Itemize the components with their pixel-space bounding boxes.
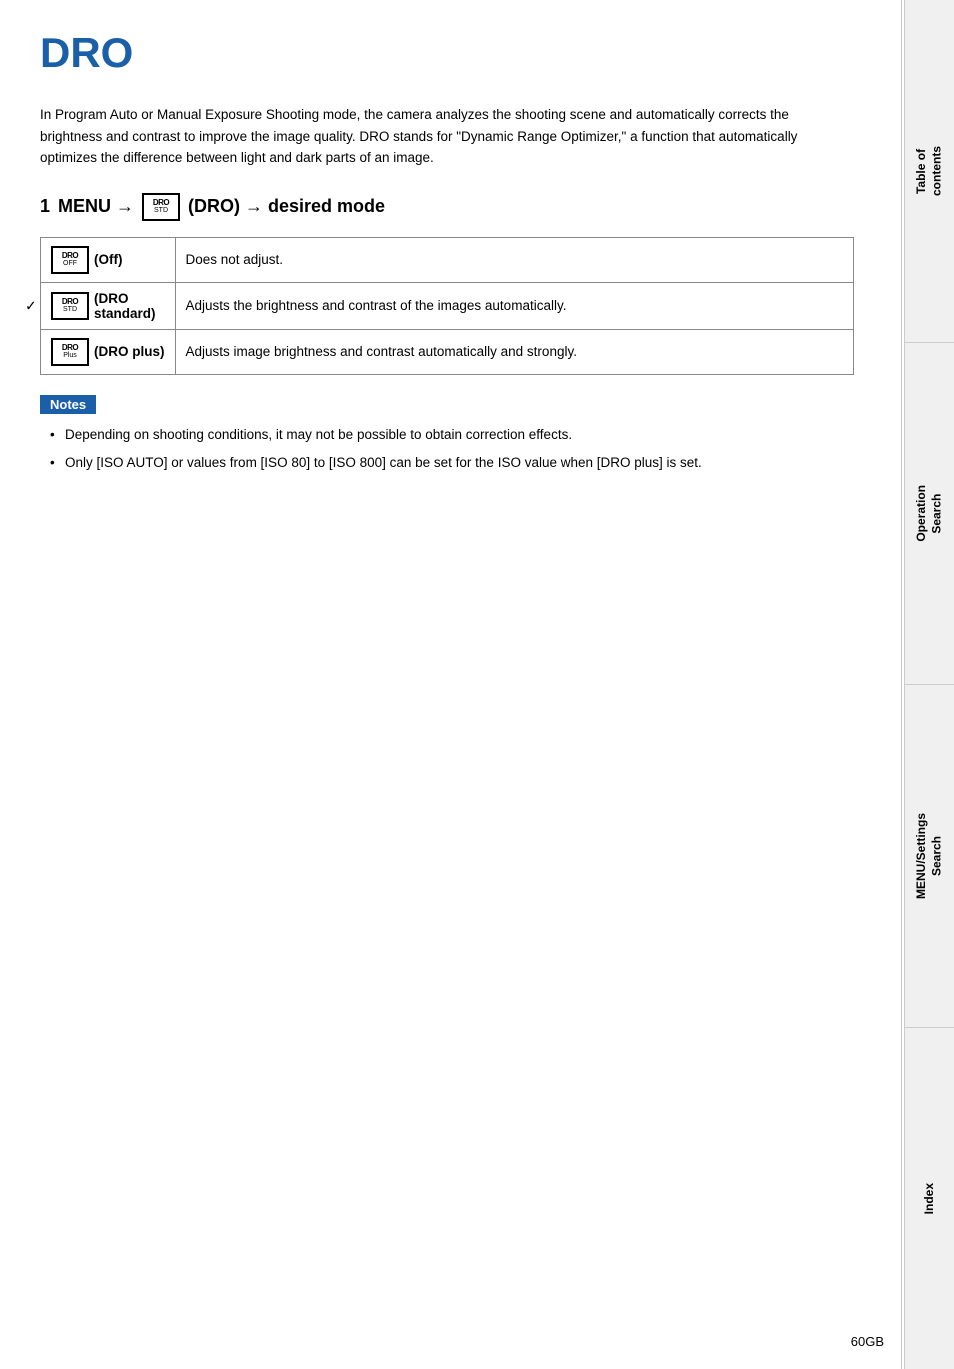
dro-plus-icon: DRO Plus	[51, 338, 89, 366]
notes-section: Notes Depending on shooting conditions, …	[40, 395, 854, 473]
notes-item: Depending on shooting conditions, it may…	[50, 424, 854, 446]
desc-cell: Does not adjust.	[175, 237, 854, 282]
tab-table-of-contents[interactable]: Table ofcontents	[904, 0, 954, 343]
icon-cell: DRO Plus (DRO plus)	[41, 329, 176, 374]
tab-label: OperationSearch	[914, 485, 945, 542]
icon-text: DRO OFF (Off)	[51, 246, 122, 274]
icon-cell: DRO OFF (Off)	[41, 237, 176, 282]
tab-index[interactable]: Index	[904, 1028, 954, 1369]
notes-list: Depending on shooting conditions, it may…	[40, 424, 854, 473]
step-number: 1	[40, 196, 50, 217]
row-label: (DRO plus)	[94, 344, 165, 359]
tab-label: Index	[922, 1183, 938, 1214]
icon-text: DRO STD (DROstandard)	[51, 291, 156, 321]
sidebar-divider	[901, 0, 902, 1369]
row-label: (DROstandard)	[94, 291, 156, 321]
row-label: (Off)	[94, 252, 122, 267]
desc-cell: Adjusts image brightness and contrast au…	[175, 329, 854, 374]
settings-table: DRO OFF (Off) Does not adjust. ✓ DRO STD	[40, 237, 854, 375]
desc-cell: Adjusts the brightness and contrast of t…	[175, 282, 854, 329]
tab-label: MENU/SettingsSearch	[914, 813, 945, 899]
table-row: DRO OFF (Off) Does not adjust.	[41, 237, 854, 282]
dro-off-icon: DRO OFF	[51, 246, 89, 274]
right-sidebar: Table ofcontents OperationSearch MENU/Se…	[904, 0, 954, 1369]
intro-text: In Program Auto or Manual Exposure Shoot…	[40, 104, 854, 169]
notes-badge: Notes	[40, 395, 96, 414]
step-text: MENU →	[58, 196, 134, 217]
table-row-selected: ✓ DRO STD (DROstandard) Adjusts the brig…	[41, 282, 854, 329]
dro-std-icon: DRO STD	[51, 292, 89, 320]
tab-menu-settings-search[interactable]: MENU/SettingsSearch	[904, 685, 954, 1028]
table-row: DRO Plus (DRO plus) Adjusts image bright…	[41, 329, 854, 374]
tab-operation-search[interactable]: OperationSearch	[904, 343, 954, 686]
step-suffix: (DRO) → desired mode	[188, 196, 385, 217]
icon-text: DRO Plus (DRO plus)	[51, 338, 165, 366]
dro-std-icon-heading: DRO STD	[142, 193, 180, 221]
main-content: DRO In Program Auto or Manual Exposure S…	[40, 0, 854, 539]
icon-cell: ✓ DRO STD (DROstandard)	[41, 282, 176, 329]
notes-item: Only [ISO AUTO] or values from [ISO 80] …	[50, 452, 854, 474]
tab-label: Table ofcontents	[914, 146, 945, 196]
page-title: DRO	[40, 30, 854, 76]
page-number: 60GB	[851, 1334, 884, 1349]
step-heading: 1 MENU → DRO STD (DRO) → desired mode	[40, 193, 854, 221]
